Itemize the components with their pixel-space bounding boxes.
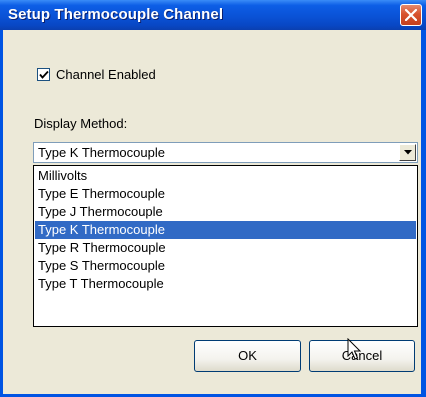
option-type-e[interactable]: Type E Thermocouple [35,185,416,203]
chevron-down-icon [404,150,412,155]
channel-enabled-checkbox[interactable] [37,68,50,81]
mouse-cursor-icon [347,338,362,360]
option-type-j[interactable]: Type J Thermocouple [35,203,416,221]
close-icon [405,9,417,21]
close-button[interactable] [400,4,422,26]
dialog-window: Setup Thermocouple Channel Channel Enabl… [0,0,426,397]
option-type-r[interactable]: Type R Thermocouple [35,239,416,257]
title-bar[interactable]: Setup Thermocouple Channel [0,0,426,30]
checkmark-icon [39,70,49,79]
channel-enabled-label[interactable]: Channel Enabled [56,67,156,82]
ok-button[interactable]: OK [194,340,301,372]
option-type-s[interactable]: Type S Thermocouple [35,257,416,275]
dialog-body: Channel Enabled Display Method: Type K T… [3,30,421,394]
display-method-value: Type K Thermocouple [38,145,165,160]
option-type-k[interactable]: Type K Thermocouple [35,221,416,239]
display-method-label: Display Method: [34,116,128,131]
display-method-combobox[interactable]: Type K Thermocouple [33,142,418,163]
option-millivolts[interactable]: Millivolts [35,167,416,185]
option-type-t[interactable]: Type T Thermocouple [35,275,416,293]
display-method-dropdown-list[interactable]: Millivolts Type E Thermocouple Type J Th… [33,165,418,327]
window-title: Setup Thermocouple Channel [8,6,224,23]
dropdown-button[interactable] [399,144,416,161]
